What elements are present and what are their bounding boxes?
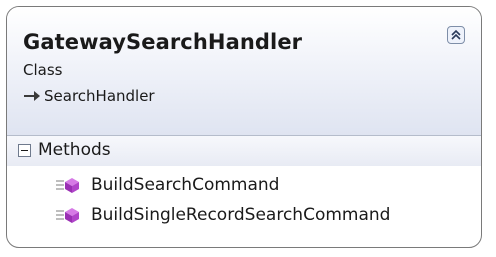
method-name: BuildSingleRecordSearchCommand xyxy=(91,205,391,225)
class-shape[interactable]: GatewaySearchHandler Class SearchHandler… xyxy=(6,6,482,248)
class-name[interactable]: GatewaySearchHandler xyxy=(23,30,302,54)
base-class: SearchHandler xyxy=(23,87,155,105)
method-icon xyxy=(56,178,79,193)
class-kind: Class xyxy=(23,61,63,79)
methods-section-label: Methods xyxy=(38,140,111,160)
method-item[interactable]: BuildSingleRecordSearchCommand xyxy=(55,205,390,225)
method-item[interactable]: BuildSearchCommand xyxy=(55,175,279,195)
double-chevron-up-icon xyxy=(451,29,461,40)
inheritance-arrow-icon xyxy=(24,91,40,101)
methods-section-header[interactable]: Methods xyxy=(7,136,481,166)
method-icon xyxy=(56,208,79,223)
class-header: GatewaySearchHandler Class SearchHandler xyxy=(7,7,481,135)
collapse-button[interactable] xyxy=(447,26,465,44)
collapse-toggle-icon[interactable] xyxy=(18,144,31,157)
base-class-name: SearchHandler xyxy=(44,87,155,105)
method-name: BuildSearchCommand xyxy=(91,175,280,195)
